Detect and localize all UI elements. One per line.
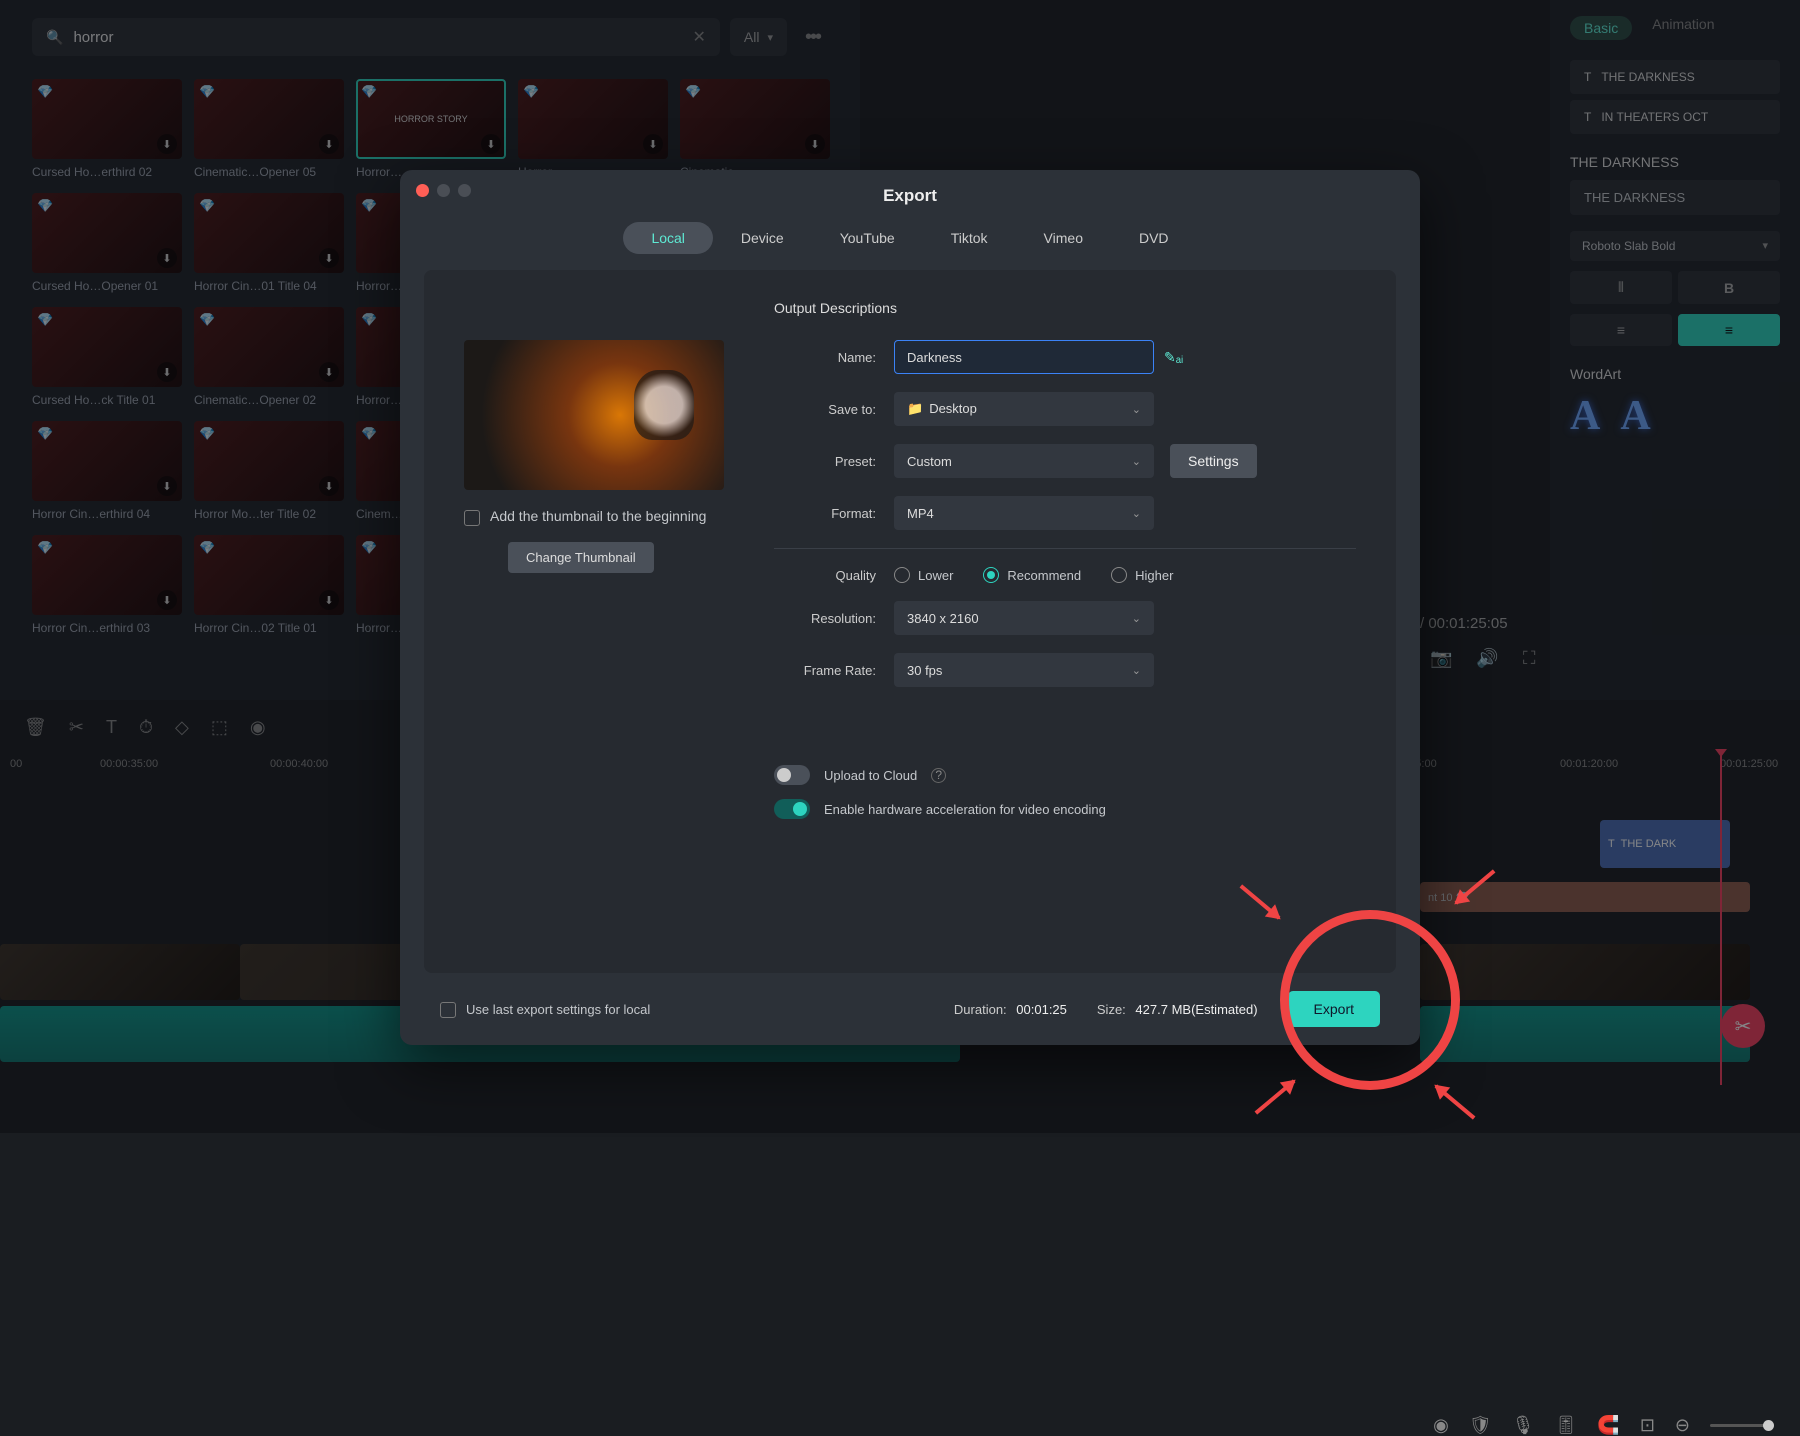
hw-accel-toggle[interactable] xyxy=(774,799,810,819)
window-controls xyxy=(416,184,471,197)
upload-cloud-toggle[interactable] xyxy=(774,765,810,785)
upload-cloud-label: Upload to Cloud xyxy=(824,768,917,783)
format-dropdown[interactable]: MP4 ⌄ xyxy=(894,496,1154,530)
divider xyxy=(774,548,1356,549)
export-tab-tiktok[interactable]: Tiktok xyxy=(923,222,1016,254)
radio-icon xyxy=(983,567,999,583)
export-tab-local[interactable]: Local xyxy=(623,222,712,254)
export-tabs: LocalDeviceYouTubeTiktokVimeoDVD xyxy=(400,222,1420,270)
export-tab-vimeo[interactable]: Vimeo xyxy=(1016,222,1111,254)
fit-icon[interactable]: ⊡ xyxy=(1640,1415,1655,1436)
change-thumbnail-button[interactable]: Change Thumbnail xyxy=(508,542,654,573)
hw-accel-label: Enable hardware acceleration for video e… xyxy=(824,802,1106,817)
duration-info: Duration: 00:01:25 xyxy=(954,1002,1067,1017)
radio-label: Higher xyxy=(1135,568,1173,583)
framerate-value: 30 fps xyxy=(907,663,942,678)
name-input[interactable] xyxy=(894,340,1154,374)
help-icon[interactable]: ? xyxy=(931,768,946,783)
export-tab-device[interactable]: Device xyxy=(713,222,812,254)
zoom-slider[interactable] xyxy=(1710,1424,1770,1427)
add-thumbnail-checkbox[interactable] xyxy=(464,510,480,526)
resolution-value: 3840 x 2160 xyxy=(907,611,979,626)
resolution-dropdown[interactable]: 3840 x 2160 ⌄ xyxy=(894,601,1154,635)
folder-icon: 📁 xyxy=(907,401,923,416)
marker-icon[interactable]: ◉ xyxy=(1433,1415,1449,1436)
radio-label: Recommend xyxy=(1007,568,1081,583)
radio-label: Lower xyxy=(918,568,953,583)
radio-icon xyxy=(894,567,910,583)
resolution-label: Resolution: xyxy=(774,611,894,626)
chevron-down-icon: ⌄ xyxy=(1132,403,1141,416)
zoom-out-icon[interactable]: ⊖ xyxy=(1675,1415,1690,1436)
format-value: MP4 xyxy=(907,506,934,521)
radio-icon xyxy=(1111,567,1127,583)
preset-value: Custom xyxy=(907,454,952,469)
saveto-value: Desktop xyxy=(929,401,977,416)
quality-lower-radio[interactable]: Lower xyxy=(894,567,953,583)
chevron-down-icon: ⌄ xyxy=(1132,455,1141,468)
thumbnail-preview xyxy=(464,340,724,490)
saveto-label: Save to: xyxy=(774,402,894,417)
preset-settings-button[interactable]: Settings xyxy=(1170,444,1257,478)
chevron-down-icon: ⌄ xyxy=(1132,507,1141,520)
format-label: Format: xyxy=(774,506,894,521)
preset-label: Preset: xyxy=(774,454,894,469)
quality-label: Quality xyxy=(774,568,894,583)
minimize-window-button[interactable] xyxy=(437,184,450,197)
export-dialog: Export LocalDeviceYouTubeTiktokVimeoDVD … xyxy=(400,170,1420,1045)
voiceover-icon[interactable]: 🎙 xyxy=(1512,1415,1535,1436)
saveto-dropdown[interactable]: 📁 Desktop ⌄ xyxy=(894,392,1154,426)
framerate-dropdown[interactable]: 30 fps ⌄ xyxy=(894,653,1154,687)
quality-higher-radio[interactable]: Higher xyxy=(1111,567,1173,583)
preset-dropdown[interactable]: Custom ⌄ xyxy=(894,444,1154,478)
close-window-button[interactable] xyxy=(416,184,429,197)
quality-recommend-radio[interactable]: Recommend xyxy=(983,567,1081,583)
chevron-down-icon: ⌄ xyxy=(1132,612,1141,625)
export-tab-youtube[interactable]: YouTube xyxy=(812,222,923,254)
dialog-title: Export xyxy=(400,170,1420,222)
export-button[interactable]: Export xyxy=(1288,991,1380,1027)
name-label: Name: xyxy=(774,350,894,365)
use-last-settings-label: Use last export settings for local xyxy=(466,1002,650,1017)
ai-rename-icon[interactable]: ✎ₐᵢ xyxy=(1164,349,1183,366)
mixer-icon[interactable]: 🎚 xyxy=(1555,1415,1578,1436)
magnet-icon[interactable]: 🧲 xyxy=(1597,1415,1619,1436)
use-last-settings-checkbox[interactable] xyxy=(440,1002,456,1018)
chevron-down-icon: ⌄ xyxy=(1132,664,1141,677)
size-info: Size: 427.7 MB(Estimated) xyxy=(1097,1002,1258,1017)
output-descriptions-heading: Output Descriptions xyxy=(774,300,1356,316)
shield-icon[interactable]: 🛡 xyxy=(1469,1415,1492,1436)
add-thumbnail-label: Add the thumbnail to the beginning xyxy=(490,508,706,524)
export-tab-dvd[interactable]: DVD xyxy=(1111,222,1197,254)
framerate-label: Frame Rate: xyxy=(774,663,894,678)
timeline-right-tools: ◉ 🛡 🎙 🎚 🧲 ⊡ ⊖ xyxy=(1433,1415,1770,1436)
maximize-window-button[interactable] xyxy=(458,184,471,197)
name-text-field[interactable] xyxy=(907,350,1141,365)
